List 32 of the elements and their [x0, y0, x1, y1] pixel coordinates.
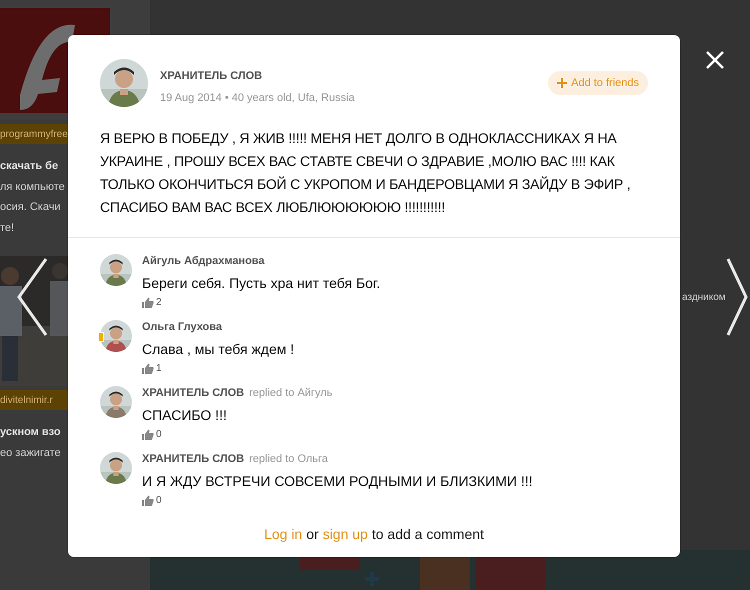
- like-count: 2: [156, 298, 162, 308]
- article-text: аздником: [682, 291, 726, 305]
- post-meta: 19 Aug 2014 • 40 years old, Ufa, Russia: [160, 90, 355, 106]
- reply-note: replied to Ольга: [249, 452, 328, 466]
- like-icon[interactable]: [142, 495, 154, 506]
- comment-author[interactable]: ХРАНИТЕЛЬ СЛОВ: [142, 386, 244, 400]
- article-text: ля компьюте: [0, 180, 65, 194]
- like-count: 1: [156, 364, 162, 374]
- reply-note: replied to Айгуль: [249, 386, 332, 400]
- comment-text: Береги себя. Пусть хра нит тебя Бог.: [142, 274, 380, 292]
- article-text: ео зажигате: [0, 446, 61, 460]
- comment-text: И Я ЖДУ ВСТРЕЧИ СОВСЕМИ РОДНЫМИ И БЛИЗКИМИ !!!: [142, 472, 533, 490]
- article-text: осия. Скачи: [0, 200, 61, 215]
- article-title: ускном взо: [0, 425, 61, 440]
- comment-author[interactable]: ХРАНИТЕЛЬ СЛОВ: [142, 452, 244, 466]
- comment-text: Слава , мы тебя ждем !: [142, 340, 294, 358]
- article-title: скачать бе: [0, 159, 58, 174]
- like-count: 0: [156, 430, 162, 440]
- add-comment-text: to add a comment: [372, 525, 484, 544]
- article-text: те!: [0, 220, 14, 236]
- comment-author[interactable]: Айгуль Абдрахманова: [142, 254, 265, 268]
- like-icon[interactable]: [142, 429, 154, 440]
- like-count: 0: [156, 496, 162, 506]
- close-button[interactable]: [705, 50, 725, 70]
- post-text: Я ВЕРЮ В ПОБЕДУ , Я ЖИВ !!!!! МЕНЯ НЕТ ДОЛГО В ОДНОКЛАССНИКАХ Я НА УКРАИНЕ , ПРОШУ ВСЕХ ВАС СТАВТЕ СВЕЧИ О ЗДРАВИЕ ,МОЛЮ ВАС !!!! КАК ТОЛЬКО ОКОНЧИТЬСЯ БОЙ С УКРОПОМ И БАНДЕРОВЦАМИ Я ЗАЙДУ В ЭФИР , СПАСИБО ВАМ ВАС ВСЕХ ЛЮБЛЮЮЮЮЮЮ !!!!!!!!!!!: [99, 129, 632, 217]
- source-label: programmyfree: [0, 128, 68, 142]
- plus-icon: [557, 78, 568, 88]
- comment-text: СПАСИБО !!!: [142, 406, 228, 424]
- comment-author[interactable]: Ольга Глухова: [142, 320, 222, 334]
- author-name[interactable]: ХРАНИТЕЛЬ СЛОВ: [160, 68, 355, 84]
- source-label: divitelnimir.r: [0, 394, 53, 408]
- or-text: or: [306, 525, 319, 544]
